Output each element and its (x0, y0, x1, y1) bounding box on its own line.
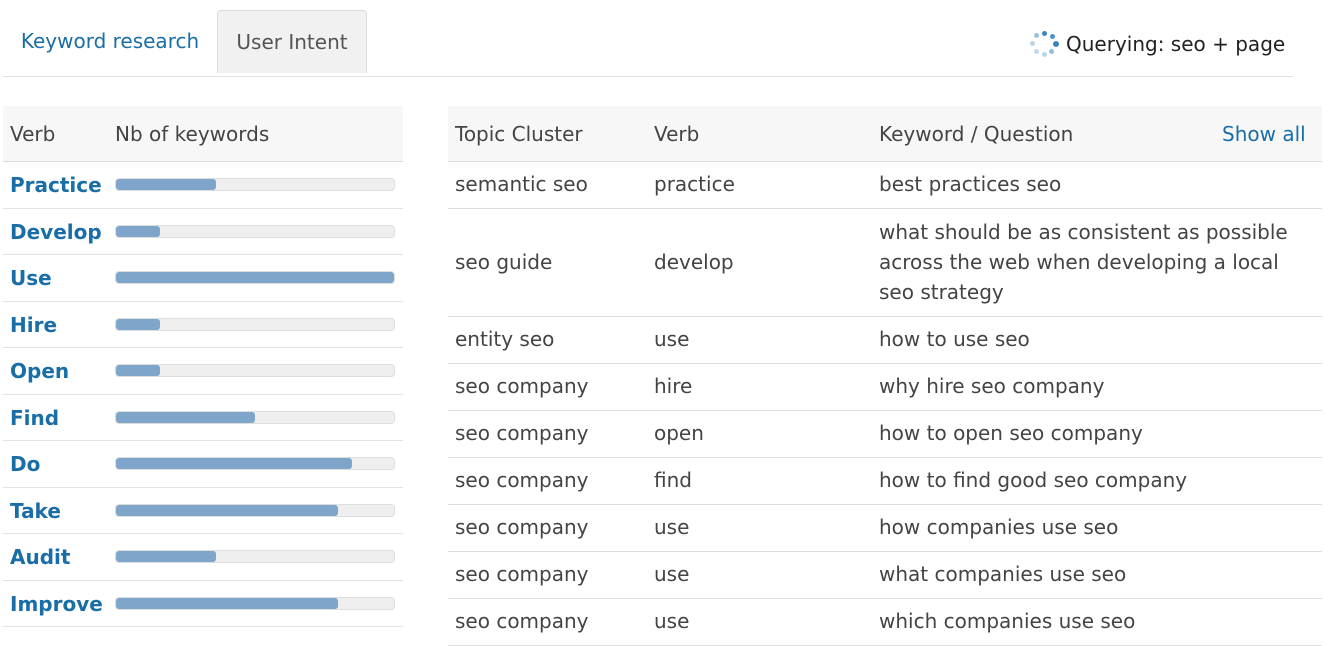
keyword-question-cell: how to use seo (879, 327, 1030, 351)
keyword-table-header: Topic Cluster Verb Keyword / Question Sh… (448, 106, 1322, 162)
keyword-question-cell: how to find good seo company (879, 468, 1188, 492)
topic-cluster-cell: seo company (455, 515, 589, 539)
verb-table: Verb Nb of keywords Practice Develop Use Hi… (3, 106, 403, 627)
topic-cluster-cell: seo company (455, 374, 589, 398)
keyword-count-bar (115, 550, 395, 563)
verb-row: Audit (3, 534, 403, 581)
topic-cluster-cell: seo company (455, 421, 589, 445)
topic-cluster-cell: entity seo (455, 327, 555, 351)
keyword-count-bar-fill (116, 225, 161, 237)
keyword-question-cell: best practices seo (879, 172, 1062, 196)
keyword-row: entity seo use how to use seo (448, 317, 1322, 364)
keyword-row: seo company open how to open seo company (448, 411, 1322, 458)
keyword-row: semantic seo practice best practices seo (448, 162, 1322, 209)
verb-row: Open (3, 348, 403, 395)
verb-link[interactable]: Develop (10, 220, 102, 244)
verb-row: Improve (3, 581, 403, 627)
keyword-question-cell: what should be as consistent as possible… (879, 220, 1288, 304)
keyword-count-bar (115, 364, 395, 377)
verb-row: Practice (3, 162, 403, 209)
keyword-count-bar (115, 410, 395, 424)
keyword-question-cell: how companies use seo (879, 515, 1119, 539)
keyword-count-bar (115, 317, 395, 331)
keyword-count-bar (115, 596, 395, 610)
tab-user-intent[interactable]: User Intent (217, 10, 367, 73)
status-text: Querying: seo + page (1066, 32, 1286, 56)
keyword-count-bar-fill (116, 458, 353, 469)
keyword-row: seo company use what companies use seo (448, 552, 1322, 599)
keyword-row: seo company use which companies use seo (448, 599, 1322, 646)
keyword-question-cell: what companies use seo (879, 562, 1127, 586)
keyword-question-cell: why hire seo company (879, 374, 1105, 398)
tab-keyword-research[interactable]: Keyword research (3, 10, 217, 72)
verb-row: Take (3, 488, 403, 534)
verb-link[interactable]: Practice (10, 173, 102, 197)
topic-cluster-cell: semantic seo (455, 172, 588, 196)
loading-spinner-icon (1028, 28, 1060, 60)
verb-link[interactable]: Use (10, 266, 52, 290)
keyword-count-bar-fill (116, 504, 339, 516)
verb-link[interactable]: Hire (10, 313, 57, 337)
keyword-table: Topic Cluster Verb Keyword / Question Sh… (448, 106, 1322, 646)
keyword-count-bar-fill (116, 365, 161, 376)
keyword-row: seo company find how to find good seo comp… (448, 458, 1322, 505)
keyword-count-bar (115, 457, 395, 470)
verb-cell: develop (654, 249, 734, 274)
keyword-row: seo company use how companies use seo (448, 505, 1322, 552)
header-nb-keywords: Nb of keywords (115, 122, 270, 146)
topic-cluster-cell: seo company (455, 562, 589, 586)
keyword-count-bar (115, 178, 395, 191)
header-topic-cluster: Topic Cluster (455, 122, 583, 146)
keyword-count-bar-fill (116, 597, 339, 609)
verb-row: Hire (3, 302, 403, 348)
keyword-question-cell: which companies use seo (879, 609, 1136, 633)
verb-link[interactable]: Audit (10, 545, 70, 569)
verb-link[interactable]: Find (10, 406, 59, 430)
verb-cell: use (654, 327, 690, 351)
verb-link[interactable]: Open (10, 359, 69, 383)
verb-row: Use (3, 255, 403, 302)
verb-cell: hire (654, 374, 693, 398)
header-verb: Verb (10, 122, 56, 146)
verb-cell: practice (654, 172, 735, 196)
keyword-count-bar (115, 503, 395, 517)
keyword-row: seo company hire why hire seo company (448, 364, 1322, 411)
keyword-count-bar-fill (116, 272, 394, 283)
verb-cell: use (654, 515, 690, 539)
verb-cell: open (654, 421, 704, 445)
keyword-count-bar-fill (116, 179, 217, 190)
topic-cluster-cell: seo guide (455, 249, 553, 274)
keyword-row: seo guide develop what should be as consis… (448, 209, 1322, 317)
verb-table-header: Verb Nb of keywords (3, 106, 403, 162)
header-keyword-question: Keyword / Question (879, 122, 1074, 146)
verb-row: Do (3, 441, 403, 488)
topic-cluster-cell: seo company (455, 468, 589, 492)
query-status: Querying: seo + page (1028, 28, 1285, 60)
keyword-count-bar (115, 224, 395, 238)
verb-link[interactable]: Do (10, 452, 40, 476)
keyword-count-bar-fill (116, 551, 217, 562)
keyword-count-bar-fill (116, 411, 255, 423)
verb-cell: find (654, 468, 692, 492)
verb-cell: use (654, 562, 690, 586)
show-all-link[interactable]: Show all (1222, 122, 1306, 146)
verb-cell: use (654, 609, 690, 633)
verb-link[interactable]: Take (10, 499, 61, 523)
verb-link[interactable]: Improve (10, 592, 103, 616)
verb-row: Develop (3, 209, 403, 255)
keyword-count-bar-fill (116, 318, 161, 330)
verb-row: Find (3, 395, 403, 441)
header-verb: Verb (654, 122, 700, 146)
keyword-count-bar (115, 271, 395, 284)
topic-cluster-cell: seo company (455, 609, 589, 633)
keyword-question-cell: how to open seo company (879, 421, 1143, 445)
